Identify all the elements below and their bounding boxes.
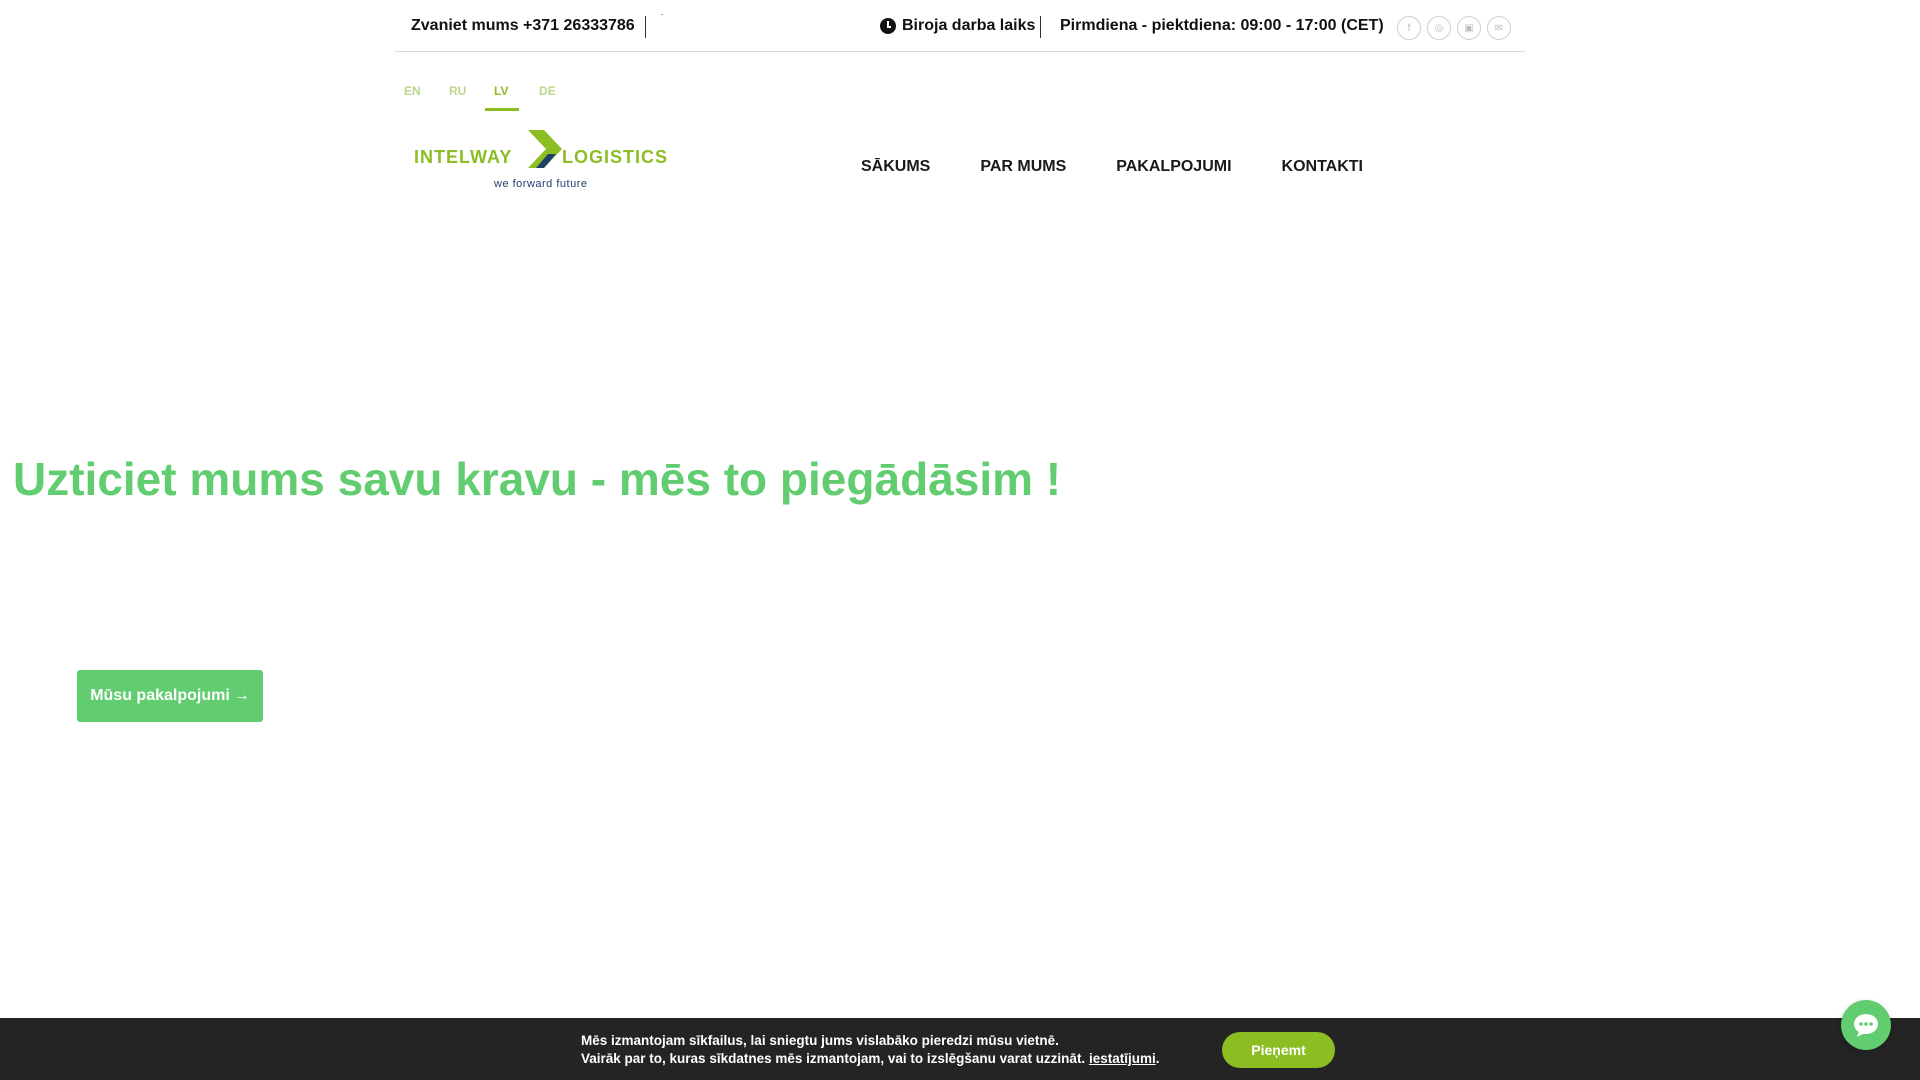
social-links: f ◎ ▣ ✉ (1397, 16, 1511, 40)
phone-number[interactable]: Zvaniet mums +371 26333786 (411, 17, 635, 35)
linkedin-icon[interactable]: ▣ (1457, 16, 1481, 40)
services-button[interactable]: Mūsu pakalpojumi → (77, 670, 263, 722)
nav-item-services[interactable]: PAKALPOJUMI (1116, 158, 1231, 176)
cookie-text-line2-body: Vairāk par to, kuras sīkdatnes mēs izman… (581, 1051, 1086, 1066)
logo-text-intelway: INTELWAY (414, 147, 513, 167)
company-logo[interactable]: INTELWAY LOGISTICS we forward future (414, 130, 686, 194)
office-hours: Pirmdiena - piektdiena: 09:00 - 17:00 (C… (1060, 17, 1384, 34)
nav-item-contacts[interactable]: KONTAKTI (1282, 158, 1363, 176)
lang-ru[interactable]: RU (449, 84, 494, 110)
chat-bubble-icon (1854, 1014, 1878, 1037)
facebook-icon[interactable]: f (1397, 16, 1421, 40)
hero-title: Uzticiet mums savu kravu - mēs to piegād… (13, 453, 1062, 505)
logo-chevron-icon (528, 130, 562, 168)
office-hours-label-text: Biroja darba laiks (902, 17, 1036, 34)
cookie-text: Mēs izmantojam sīkfailus, lai sniegtu ju… (581, 1032, 1160, 1068)
top-bar: Zvaniet mums +371 26333786 Biroja darba … (395, 0, 1525, 52)
logo-tagline: we forward future (494, 178, 588, 190)
divider-mark (661, 14, 663, 15)
main-nav: SĀKUMS PAR MUMS PAKALPOJUMI KONTAKTI (861, 158, 1363, 176)
instagram-icon[interactable]: ◎ (1427, 16, 1451, 40)
chat-button[interactable] (1841, 1000, 1891, 1050)
clock-icon (880, 18, 896, 34)
cookie-text-line2: Vairāk par to, kuras sīkdatnes mēs izman… (581, 1051, 1160, 1066)
divider (645, 16, 646, 38)
services-button-label: Mūsu pakalpojumi (90, 687, 230, 704)
office-hours-label: Biroja darba laiks (880, 17, 1035, 35)
cookie-settings-link[interactable]: iestatījumi (1089, 1051, 1156, 1066)
arrow-right-icon: → (233, 687, 250, 704)
accept-cookies-button[interactable]: Pieņemt (1222, 1032, 1335, 1068)
email-icon[interactable]: ✉ (1487, 16, 1511, 40)
nav-item-about[interactable]: PAR MUMS (980, 158, 1066, 176)
cookie-banner: Mēs izmantojam sīkfailus, lai sniegtu ju… (0, 1018, 1920, 1080)
nav-item-home[interactable]: SĀKUMS (861, 158, 930, 176)
language-switcher: EN RU LV DE (404, 84, 584, 111)
cookie-text-line1: Mēs izmantojam sīkfailus, lai sniegtu ju… (581, 1033, 1059, 1048)
divider (1040, 16, 1041, 38)
logo-text-logistics: LOGISTICS (562, 147, 669, 167)
lang-de[interactable]: DE (539, 84, 584, 110)
lang-lv[interactable]: LV (485, 84, 539, 111)
lang-en[interactable]: EN (404, 84, 449, 110)
